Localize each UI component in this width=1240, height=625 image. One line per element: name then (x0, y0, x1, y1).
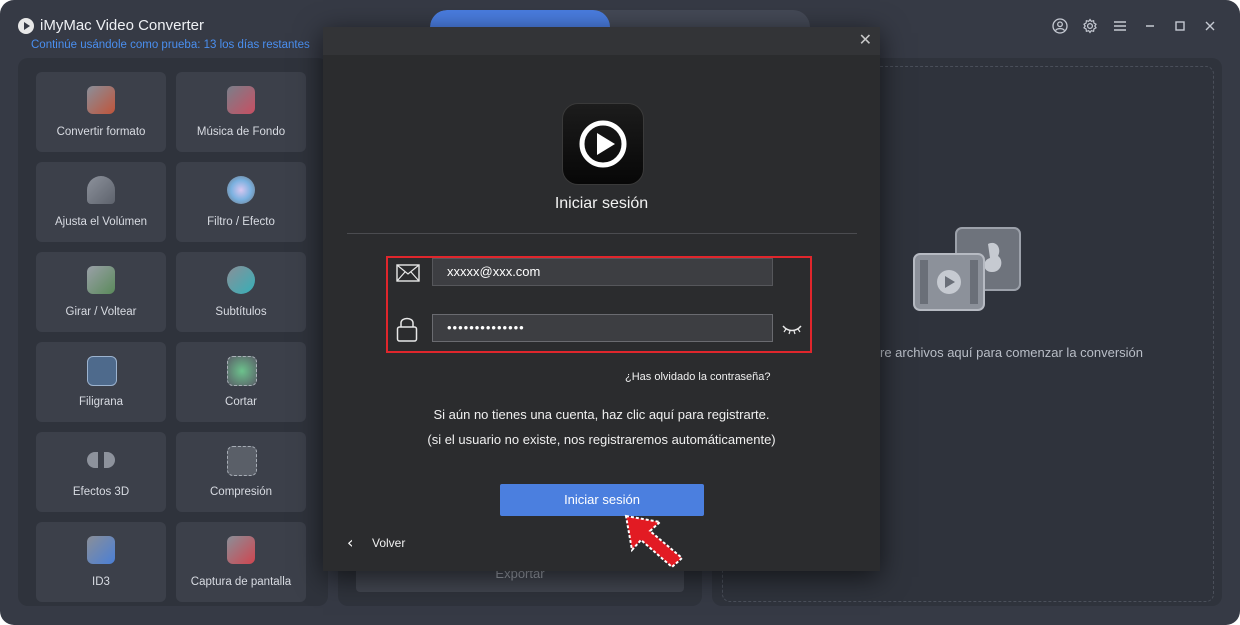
tool-crop[interactable]: Cortar (176, 342, 306, 422)
account-icon[interactable] (1052, 18, 1068, 34)
tool-label: Compresión (210, 486, 272, 498)
dialog-title: Iniciar sesión (554, 195, 649, 212)
tool-label: Convertir formato (56, 126, 146, 138)
rotate-flip-icon (87, 266, 115, 294)
tool-label: Girar / Voltear (65, 306, 137, 318)
password-field[interactable]: •••••••••••••• (432, 314, 773, 342)
3d-glasses-icon (87, 452, 115, 468)
tool-label: ID3 (92, 576, 110, 588)
app-logo-icon (18, 18, 34, 34)
maximize-icon[interactable] (1172, 18, 1188, 34)
register-note: (si el usuario no existe, nos registrare… (427, 432, 776, 447)
back-button[interactable]: Volver (372, 536, 405, 550)
trial-notice: Continúe usándole como prueba: 13 los dí… (31, 39, 310, 51)
tool-label: Ajusta el Volúmen (54, 216, 148, 228)
background-music-icon (227, 86, 255, 114)
volume-icon (87, 176, 115, 204)
divider (347, 233, 857, 234)
convert-format-icon (87, 86, 115, 114)
tool-volume[interactable]: Ajusta el Volúmen (36, 162, 166, 242)
mail-icon (396, 264, 420, 282)
id3-edit-icon (87, 536, 115, 564)
register-prompt[interactable]: Si aún no tienes una cuenta, haz clic aq… (323, 407, 880, 422)
menu-icon[interactable] (1112, 18, 1128, 34)
crop-icon (227, 356, 257, 386)
email-field[interactable]: xxxxx@xxx.com (432, 258, 773, 286)
settings-icon[interactable] (1082, 18, 1098, 34)
pointer-arrow-icon (624, 514, 684, 569)
tool-label: Filtro / Efecto (207, 216, 275, 228)
filter-effect-icon (227, 176, 255, 204)
tools-panel: Convertir formato Música de Fondo Ajusta… (18, 58, 328, 606)
tool-watermark[interactable]: Filigrana (36, 342, 166, 422)
close-icon[interactable] (1202, 18, 1218, 34)
tool-id3[interactable]: ID3 (36, 522, 166, 602)
window-controls (1052, 18, 1218, 34)
tool-convert-format[interactable]: Convertir formato (36, 72, 166, 152)
app-window: iMyMac Video Converter Continúe usándole… (0, 0, 1240, 625)
dialog-titlebar: ✕ (323, 27, 880, 55)
screen-capture-icon (227, 536, 255, 564)
tool-label: Subtítulos (215, 306, 267, 318)
tool-compression[interactable]: Compresión (176, 432, 306, 512)
forgot-password-link[interactable]: ¿Has olvidado la contraseña? (625, 371, 771, 383)
tool-label: Cortar (225, 396, 257, 408)
tool-subtitles[interactable]: Subtítulos (176, 252, 306, 332)
tool-label: Filigrana (78, 396, 124, 408)
compress-icon (227, 446, 257, 476)
tool-label: Captura de pantalla (190, 576, 292, 588)
tool-label: Efectos 3D (72, 486, 130, 498)
eye-closed-icon[interactable] (782, 323, 802, 335)
minimize-icon[interactable] (1142, 18, 1158, 34)
watermark-icon (87, 356, 117, 386)
app-logo-icon (562, 103, 644, 185)
tool-filter-effect[interactable]: Filtro / Efecto (176, 162, 306, 242)
tool-rotate-flip[interactable]: Girar / Voltear (36, 252, 166, 332)
lock-icon (396, 317, 418, 342)
drop-hint: re archivos aquí para comenzar la conver… (880, 345, 1144, 360)
tool-screen-capture[interactable]: Captura de pantalla (176, 522, 306, 602)
back-chevron-icon[interactable]: ‹ (347, 533, 353, 552)
video-music-files-icon (913, 227, 1021, 311)
login-dialog: ✕ Iniciar sesión xxxxx@xxx.com •••••••••… (323, 27, 880, 571)
tool-background-music[interactable]: Música de Fondo (176, 72, 306, 152)
subtitles-icon (227, 266, 255, 294)
tool-label: Música de Fondo (196, 126, 286, 138)
app-title: iMyMac Video Converter (40, 17, 204, 34)
dialog-close-icon[interactable]: ✕ (859, 31, 872, 49)
tool-3d-effects[interactable]: Efectos 3D (36, 432, 166, 512)
